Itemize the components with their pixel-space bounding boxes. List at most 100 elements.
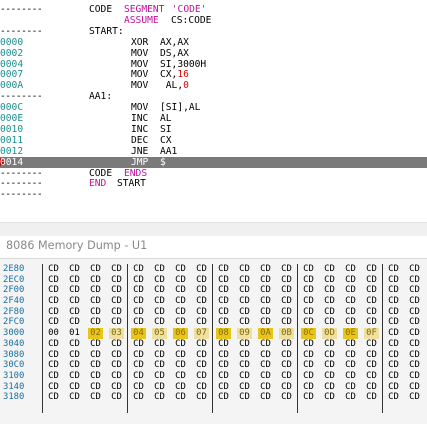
memory-byte[interactable]: CD	[194, 307, 209, 318]
memory-byte[interactable]: CD	[364, 339, 379, 350]
code-line[interactable]: ASSUME CS:CODE	[0, 15, 427, 26]
memory-byte[interactable]: CD	[173, 285, 188, 296]
memory-byte[interactable]: CD	[322, 307, 337, 318]
memory-byte[interactable]: CD	[131, 382, 146, 393]
memory-byte[interactable]: CD	[67, 307, 82, 318]
memory-byte[interactable]: CD	[173, 382, 188, 393]
memory-byte[interactable]: CD	[88, 285, 103, 296]
memory-byte[interactable]: CD	[322, 264, 337, 275]
memory-byte[interactable]: CD	[386, 350, 401, 361]
memory-byte[interactable]: CD	[279, 360, 294, 371]
memory-byte[interactable]: CD	[237, 296, 252, 307]
memory-byte[interactable]: CD	[364, 371, 379, 382]
memory-byte[interactable]: CD	[109, 296, 124, 307]
memory-byte[interactable]: CD	[46, 307, 61, 318]
memory-byte[interactable]: CD	[279, 285, 294, 296]
memory-byte[interactable]: CD	[237, 382, 252, 393]
memory-byte[interactable]: CD	[407, 371, 422, 382]
memory-row[interactable]: 3080 CD CD CD CD CD CD CD CD CD CD CD CD CD CD CD CD CD CD	[0, 350, 427, 361]
memory-byte[interactable]: CD	[152, 360, 167, 371]
memory-byte[interactable]: CD	[131, 296, 146, 307]
memory-byte[interactable]: CD	[407, 392, 422, 403]
memory-byte[interactable]: CD	[364, 360, 379, 371]
memory-byte[interactable]: CD	[407, 275, 422, 286]
memory-byte[interactable]: CD	[343, 392, 358, 403]
memory-byte[interactable]: CD	[386, 371, 401, 382]
memory-byte[interactable]: CD	[237, 360, 252, 371]
memory-byte[interactable]: CD	[407, 328, 422, 339]
memory-byte[interactable]: CD	[258, 360, 273, 371]
memory-byte[interactable]: CD	[301, 285, 316, 296]
code-line[interactable]: -------- CODE SEGMENT 'CODE'	[0, 4, 427, 15]
memory-byte[interactable]: CD	[237, 371, 252, 382]
memory-byte[interactable]: CD	[407, 264, 422, 275]
memory-byte[interactable]: CD	[343, 275, 358, 286]
memory-byte[interactable]: 0D	[322, 328, 337, 339]
memory-row[interactable]: 30C0 CD CD CD CD CD CD CD CD CD CD CD CD CD CD CD CD CD CD	[0, 360, 427, 371]
memory-byte[interactable]: CD	[67, 285, 82, 296]
memory-byte[interactable]: CD	[279, 264, 294, 275]
memory-byte[interactable]: CD	[173, 339, 188, 350]
memory-byte[interactable]: CD	[109, 307, 124, 318]
memory-byte[interactable]: CD	[131, 350, 146, 361]
memory-row[interactable]: 3180 CD CD CD CD CD CD CD CD CD CD CD CD CD CD CD CD CD CD	[0, 392, 427, 403]
code-line[interactable]: 000C MOV [SI],AL	[0, 102, 427, 113]
memory-byte[interactable]: CD	[194, 296, 209, 307]
code-line[interactable]: 0012 JNE AA1	[0, 146, 427, 157]
memory-byte[interactable]: CD	[152, 296, 167, 307]
memory-byte[interactable]: CD	[88, 371, 103, 382]
memory-byte[interactable]: CD	[46, 371, 61, 382]
memory-byte[interactable]: CD	[343, 264, 358, 275]
memory-byte[interactable]: 0F	[364, 328, 379, 339]
memory-row[interactable]: 2F00 CD CD CD CD CD CD CD CD CD CD CD CD CD CD CD CD CD CD	[0, 285, 427, 296]
memory-byte[interactable]: CD	[258, 285, 273, 296]
memory-byte[interactable]: 04	[131, 328, 146, 339]
memory-byte[interactable]: CD	[109, 382, 124, 393]
memory-byte[interactable]: CD	[67, 339, 82, 350]
memory-byte[interactable]: CD	[258, 371, 273, 382]
memory-byte[interactable]: CD	[279, 382, 294, 393]
memory-byte[interactable]: CD	[322, 382, 337, 393]
memory-byte[interactable]: CD	[386, 360, 401, 371]
memory-byte[interactable]: CD	[194, 264, 209, 275]
memory-byte[interactable]: CD	[364, 307, 379, 318]
memory-byte[interactable]: CD	[301, 317, 316, 328]
code-line[interactable]: 0011 DEC CX	[0, 135, 427, 146]
memory-byte[interactable]: CD	[343, 371, 358, 382]
memory-byte[interactable]: CD	[88, 296, 103, 307]
memory-byte[interactable]: CD	[109, 392, 124, 403]
memory-byte[interactable]: CD	[279, 296, 294, 307]
memory-byte[interactable]: CD	[279, 350, 294, 361]
memory-byte[interactable]: CD	[343, 382, 358, 393]
memory-byte[interactable]: CD	[67, 296, 82, 307]
memory-byte[interactable]: CD	[237, 275, 252, 286]
memory-byte[interactable]: CD	[279, 275, 294, 286]
memory-byte[interactable]: CD	[301, 392, 316, 403]
memory-row[interactable]: 3140 CD CD CD CD CD CD CD CD CD CD CD CD CD CD CD CD CD CD	[0, 382, 427, 393]
memory-byte[interactable]: CD	[322, 285, 337, 296]
memory-byte[interactable]: CD	[322, 392, 337, 403]
memory-byte[interactable]: CD	[343, 307, 358, 318]
memory-byte[interactable]: CD	[237, 307, 252, 318]
memory-byte[interactable]: CD	[173, 275, 188, 286]
memory-byte[interactable]: CD	[46, 296, 61, 307]
memory-row[interactable]: 2F80 CD CD CD CD CD CD CD CD CD CD CD CD CD CD CD CD CD CD	[0, 307, 427, 318]
memory-byte[interactable]: CD	[173, 296, 188, 307]
memory-byte[interactable]: 0E	[343, 328, 358, 339]
memory-byte[interactable]: CD	[67, 371, 82, 382]
memory-byte[interactable]: 06	[173, 328, 188, 339]
memory-byte[interactable]: CD	[152, 307, 167, 318]
memory-byte[interactable]: CD	[194, 392, 209, 403]
memory-byte[interactable]: 00	[46, 328, 61, 339]
memory-byte[interactable]: CD	[131, 360, 146, 371]
memory-byte[interactable]: CD	[67, 392, 82, 403]
memory-byte[interactable]: CD	[88, 307, 103, 318]
memory-byte[interactable]: CD	[386, 392, 401, 403]
memory-byte[interactable]: CD	[364, 317, 379, 328]
memory-byte[interactable]: CD	[237, 350, 252, 361]
code-line[interactable]: 000E INC AL	[0, 113, 427, 124]
memory-byte[interactable]: CD	[343, 350, 358, 361]
memory-byte[interactable]: CD	[386, 285, 401, 296]
memory-byte[interactable]: CD	[386, 264, 401, 275]
memory-byte[interactable]: CD	[301, 350, 316, 361]
